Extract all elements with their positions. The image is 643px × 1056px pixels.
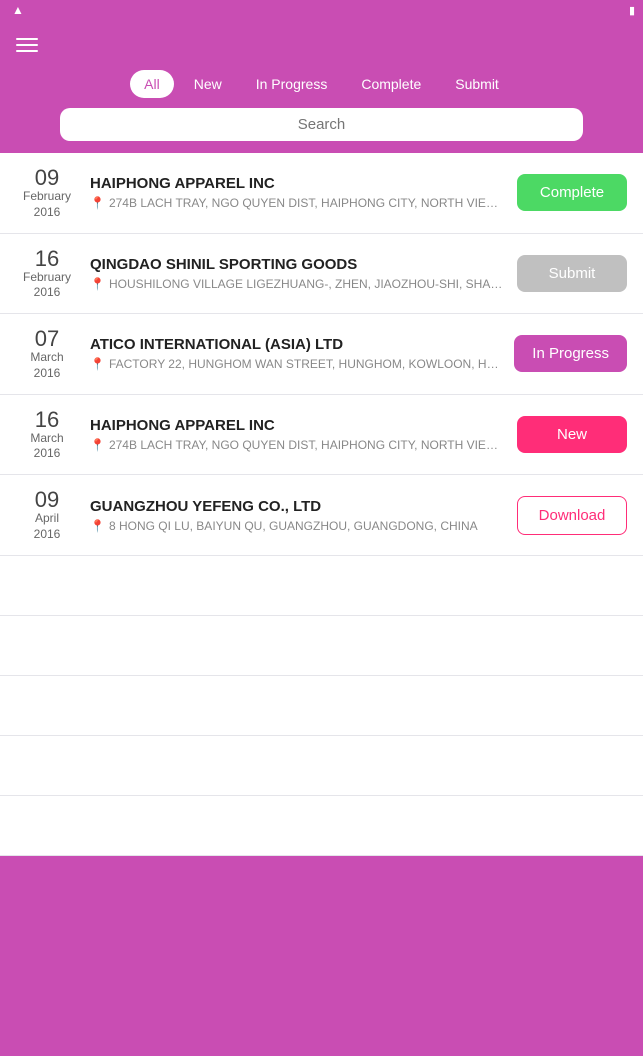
company-name: QINGDAO SHINIL SPORTING GOODS [90, 256, 505, 273]
location-icon: 📍 [90, 519, 105, 533]
date-year: 2016 [16, 366, 78, 380]
status-button[interactable]: Submit [517, 255, 627, 292]
date-col: 16 March 2016 [16, 409, 78, 461]
info-col: ATICO INTERNATIONAL (ASIA) LTD 📍 FACTORY… [90, 336, 502, 371]
company-name: GUANGZHOU YEFENG CO., LTD [90, 498, 505, 515]
address-row: 📍 274B LACH TRAY, NGO QUYEN DIST, HAIPHO… [90, 438, 505, 452]
address-text: 8 HONG QI LU, BAIYUN QU, GUANGZHOU, GUAN… [109, 519, 478, 533]
date-col: 07 March 2016 [16, 328, 78, 380]
info-col: GUANGZHOU YEFENG CO., LTD 📍 8 HONG QI LU… [90, 498, 505, 533]
date-col: 16 February 2016 [16, 248, 78, 300]
tab-submit[interactable]: Submit [441, 70, 513, 98]
date-day: 09 [16, 167, 78, 189]
empty-row [0, 616, 643, 676]
action-col: New [517, 416, 627, 453]
date-month: February [16, 189, 78, 205]
date-month: March [16, 431, 78, 447]
wifi-icon: ▲ [12, 3, 24, 17]
date-day: 16 [16, 409, 78, 431]
date-month: February [16, 270, 78, 286]
location-icon: 📍 [90, 357, 105, 371]
menu-button[interactable] [16, 38, 38, 52]
empty-row [0, 676, 643, 736]
tab-complete[interactable]: Complete [347, 70, 435, 98]
list-item: 16 March 2016 HAIPHONG APPAREL INC 📍 274… [0, 395, 643, 476]
info-col: HAIPHONG APPAREL INC 📍 274B LACH TRAY, N… [90, 175, 505, 210]
list-container: 09 February 2016 HAIPHONG APPAREL INC 📍 … [0, 153, 643, 556]
empty-row [0, 796, 643, 856]
action-col: Complete [517, 174, 627, 211]
date-year: 2016 [16, 527, 78, 541]
action-col: Submit [517, 255, 627, 292]
search-input[interactable] [60, 108, 583, 141]
status-bar: ▲ ▮ [0, 0, 643, 20]
tab-inprogress[interactable]: In Progress [242, 70, 342, 98]
address-text: 274B LACH TRAY, NGO QUYEN DIST, HAIPHONG… [109, 438, 505, 452]
action-col: Download [517, 496, 627, 535]
address-row: 📍 8 HONG QI LU, BAIYUN QU, GUANGZHOU, GU… [90, 519, 505, 533]
location-icon: 📍 [90, 277, 105, 291]
location-icon: 📍 [90, 196, 105, 210]
date-col: 09 February 2016 [16, 167, 78, 219]
address-text: HOUSHILONG VILLAGE LIGEZHUANG-, ZHEN, JI… [109, 277, 505, 291]
address-row: 📍 FACTORY 22, HUNGHOM WAN STREET, HUNGHO… [90, 357, 502, 371]
address-row: 📍 HOUSHILONG VILLAGE LIGEZHUANG-, ZHEN, … [90, 277, 505, 291]
tab-new[interactable]: New [180, 70, 236, 98]
date-month: March [16, 350, 78, 366]
battery-icon: ▮ [629, 4, 635, 17]
date-month: April [16, 511, 78, 527]
status-button[interactable]: Download [517, 496, 627, 535]
location-icon: 📍 [90, 438, 105, 452]
date-col: 09 April 2016 [16, 489, 78, 541]
tab-bar: All New In Progress Complete Submit [0, 70, 643, 108]
status-bar-left: ▲ [8, 3, 24, 17]
empty-row [0, 556, 643, 616]
action-col: In Progress [514, 335, 627, 372]
address-text: FACTORY 22, HUNGHOM WAN STREET, HUNGHOM,… [109, 357, 502, 371]
date-day: 16 [16, 248, 78, 270]
address-text: 274B LACH TRAY, NGO QUYEN DIST, HAIPHONG… [109, 196, 505, 210]
tab-all[interactable]: All [130, 70, 174, 98]
address-row: 📍 274B LACH TRAY, NGO QUYEN DIST, HAIPHO… [90, 196, 505, 210]
date-year: 2016 [16, 285, 78, 299]
list-item: 09 April 2016 GUANGZHOU YEFENG CO., LTD … [0, 475, 643, 556]
search-container [0, 108, 643, 153]
empty-row [0, 736, 643, 796]
company-name: ATICO INTERNATIONAL (ASIA) LTD [90, 336, 502, 353]
status-button[interactable]: In Progress [514, 335, 627, 372]
list-item: 07 March 2016 ATICO INTERNATIONAL (ASIA)… [0, 314, 643, 395]
list-item: 09 February 2016 HAIPHONG APPAREL INC 📍 … [0, 153, 643, 234]
bottom-area [0, 856, 643, 1056]
company-name: HAIPHONG APPAREL INC [90, 417, 505, 434]
status-button[interactable]: Complete [517, 174, 627, 211]
date-year: 2016 [16, 446, 78, 460]
date-day: 09 [16, 489, 78, 511]
status-bar-right: ▮ [625, 4, 635, 17]
list-item: 16 February 2016 QINGDAO SHINIL SPORTING… [0, 234, 643, 315]
date-year: 2016 [16, 205, 78, 219]
company-name: HAIPHONG APPAREL INC [90, 175, 505, 192]
status-button[interactable]: New [517, 416, 627, 453]
empty-rows [0, 556, 643, 856]
info-col: HAIPHONG APPAREL INC 📍 274B LACH TRAY, N… [90, 417, 505, 452]
header [0, 20, 643, 70]
date-day: 07 [16, 328, 78, 350]
info-col: QINGDAO SHINIL SPORTING GOODS 📍 HOUSHILO… [90, 256, 505, 291]
